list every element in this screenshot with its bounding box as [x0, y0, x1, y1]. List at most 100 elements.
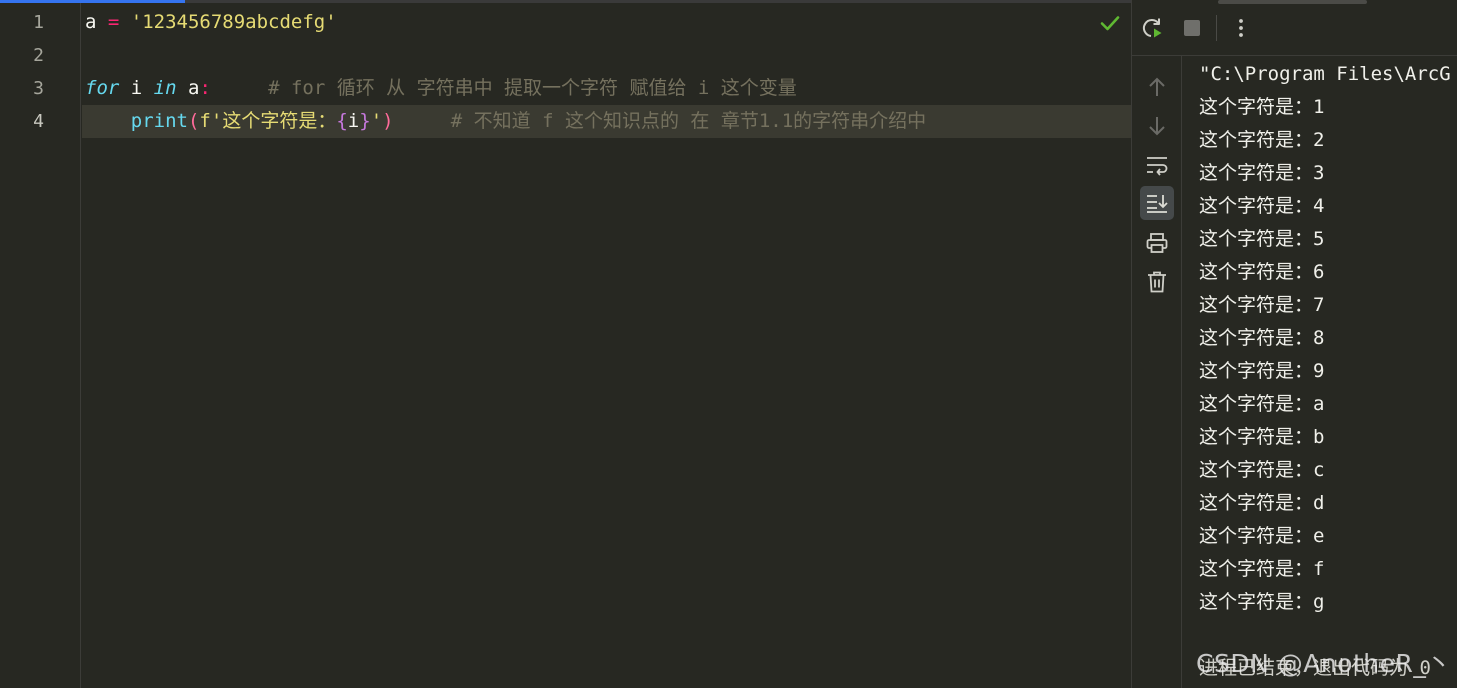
- line-number: 1: [33, 12, 44, 33]
- scroll-down-button[interactable]: [1140, 109, 1174, 143]
- output-prefix: 这个字符是：: [1199, 129, 1314, 151]
- line-number-gutter[interactable]: 1 2 3 4: [0, 3, 81, 688]
- token-string: '123456789abcdefg': [130, 11, 337, 33]
- output-value: f: [1313, 558, 1325, 580]
- token-function-print: print: [130, 110, 188, 132]
- run-side-toolbar: [1132, 56, 1182, 688]
- watermark: CSDN @AnotheR_丶: [1196, 649, 1452, 678]
- console-output-line: 这个字符是：2: [1199, 124, 1324, 157]
- arrow-down-icon: [1149, 117, 1165, 136]
- run-toolbar: [1132, 0, 1457, 56]
- output-value: 4: [1313, 195, 1325, 217]
- console-command-line: "C:\Program Files\ArcG: [1199, 63, 1451, 85]
- output-prefix: 这个字符是：: [1199, 426, 1314, 448]
- stop-icon: [1184, 20, 1200, 36]
- output-value: 3: [1313, 162, 1325, 184]
- console-output-line: 这个字符是：a: [1199, 388, 1324, 421]
- output-value: 6: [1313, 261, 1325, 283]
- output-value: g: [1313, 591, 1325, 613]
- output-value: b: [1313, 426, 1325, 448]
- token-variable: i: [347, 110, 360, 132]
- output-value: e: [1313, 525, 1325, 547]
- output-prefix: 这个字符是：: [1199, 525, 1314, 547]
- token-keyword-in: in: [153, 77, 177, 99]
- more-options-button[interactable]: [1227, 14, 1255, 42]
- arrow-up-icon: [1149, 77, 1165, 96]
- token-fstring-prefix: f': [199, 110, 223, 132]
- output-value: d: [1313, 492, 1325, 514]
- console-output-line: 这个字符是：9: [1199, 355, 1324, 388]
- check-icon[interactable]: [1099, 12, 1121, 34]
- token-operator: =: [96, 11, 131, 33]
- rerun-icon: [1142, 18, 1162, 38]
- scroll-to-end-icon: [1147, 195, 1168, 213]
- output-prefix: 这个字符是：: [1199, 558, 1314, 580]
- console-output-line: 这个字符是：b: [1199, 421, 1324, 454]
- output-value: c: [1313, 459, 1325, 481]
- token-quote: ': [370, 110, 383, 132]
- output-value: 7: [1313, 294, 1325, 316]
- scroll-up-button[interactable]: [1140, 70, 1174, 104]
- console-output-line: 这个字符是：f: [1199, 553, 1324, 586]
- token-keyword-for: for: [85, 77, 120, 99]
- stop-button[interactable]: [1178, 14, 1206, 42]
- console-output-line: 这个字符是：d: [1199, 487, 1324, 520]
- output-prefix: 这个字符是：: [1199, 492, 1314, 514]
- console-output-line: 这个字符是：g: [1199, 586, 1324, 619]
- code-line-2[interactable]: [82, 39, 1131, 72]
- output-prefix: 这个字符是：: [1199, 294, 1314, 316]
- console-output[interactable]: "C:\Program Files\ArcG 这个字符是：1 这个字符是：2 这个字…: [1183, 56, 1457, 688]
- code-line-4-active[interactable]: print(f'这个字符是：{i}') # 不知道 f 这个知识点的 在 章节1…: [82, 105, 1131, 138]
- console-output-line: 这个字符是：5: [1199, 223, 1324, 256]
- soft-wrap-button[interactable]: [1140, 148, 1174, 182]
- console-output-line: 这个字符是：6: [1199, 256, 1324, 289]
- soft-wrap-icon: [1147, 157, 1168, 176]
- output-value: 1: [1313, 96, 1325, 118]
- printer-icon: [1146, 233, 1168, 253]
- output-prefix: 这个字符是：: [1199, 195, 1314, 217]
- console-output-line: 这个字符是：8: [1199, 322, 1324, 355]
- toolbar-separator: [1216, 15, 1217, 41]
- token-variable: a: [176, 77, 200, 99]
- rerun-button[interactable]: [1138, 14, 1166, 42]
- clear-output-button[interactable]: [1140, 265, 1174, 299]
- token-paren: (: [187, 110, 200, 132]
- token-comment: # for 循环 从 字符串中 提取一个字符 赋值给 i 这个变量: [210, 77, 797, 99]
- code-line-3[interactable]: for i in a: # for 循环 从 字符串中 提取一个字符 赋值给 i…: [82, 72, 1131, 105]
- output-value: 9: [1313, 360, 1325, 382]
- output-prefix: 这个字符是：: [1199, 96, 1314, 118]
- output-prefix: 这个字符是：: [1199, 162, 1314, 184]
- console-output-line: 这个字符是：c: [1199, 454, 1324, 487]
- token-paren: ): [382, 110, 394, 132]
- output-value: a: [1313, 393, 1325, 415]
- scroll-to-end-button[interactable]: [1140, 186, 1174, 220]
- trash-icon: [1148, 271, 1166, 293]
- console-output-line: 这个字符是：4: [1199, 190, 1324, 223]
- console-output-line: 这个字符是：7: [1199, 289, 1324, 322]
- run-tab-indicator: [1218, 0, 1367, 4]
- token-brace: }: [359, 110, 371, 132]
- output-value: 8: [1313, 327, 1325, 349]
- output-value: 2: [1313, 129, 1325, 151]
- code-editor[interactable]: 1 2 3 4 a = '123456789abcdefg' for i in …: [0, 0, 1131, 688]
- console-output-line: 这个字符是：3: [1199, 157, 1324, 190]
- output-prefix: 这个字符是：: [1199, 327, 1314, 349]
- output-prefix: 这个字符是：: [1199, 360, 1314, 382]
- console-output-line: 这个字符是：e: [1199, 520, 1324, 553]
- output-prefix: 这个字符是：: [1199, 459, 1314, 481]
- token-variable: i: [119, 77, 154, 99]
- token-colon: :: [199, 77, 211, 99]
- output-prefix: 这个字符是：: [1199, 228, 1314, 250]
- code-line-1[interactable]: a = '123456789abcdefg': [82, 6, 1131, 39]
- print-button[interactable]: [1140, 226, 1174, 260]
- output-prefix: 这个字符是：: [1199, 261, 1314, 283]
- token-comment: # 不知道 f 这个知识点的 在 章节1.1的字符串介绍中: [393, 110, 927, 132]
- output-prefix: 这个字符是：: [1199, 393, 1314, 415]
- code-area[interactable]: a = '123456789abcdefg' for i in a: # for…: [82, 3, 1131, 688]
- line-number: 3: [33, 78, 44, 99]
- line-number: 2: [33, 45, 44, 66]
- line-number-active: 4: [33, 111, 44, 132]
- run-tool-window[interactable]: "C:\Program Files\ArcG 这个字符是：1 这个字符是：2 这个字…: [1131, 0, 1457, 688]
- token-string-text: 这个字符是：: [222, 110, 337, 132]
